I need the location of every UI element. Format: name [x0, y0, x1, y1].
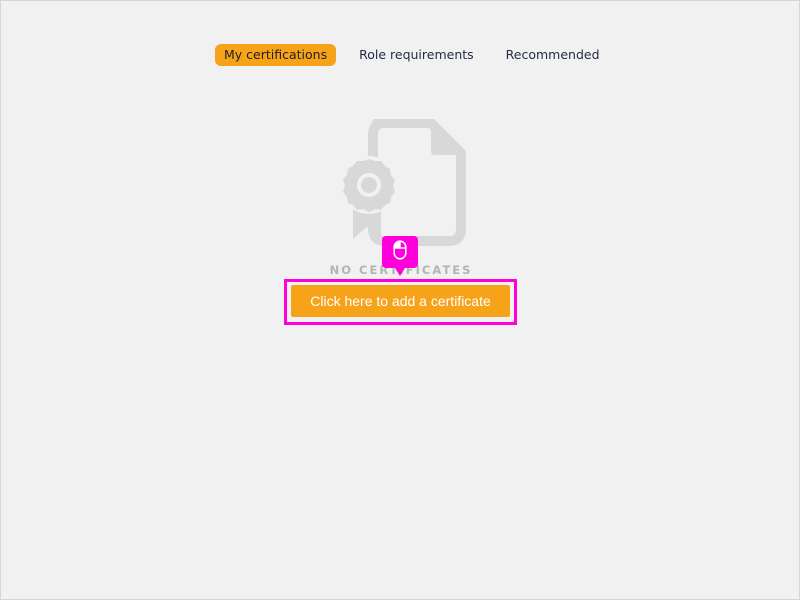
mouse-icon — [393, 240, 407, 264]
click-marker — [382, 236, 418, 276]
tab-recommended[interactable]: Recommended — [497, 44, 609, 66]
add-certificate-button[interactable]: Click here to add a certificate — [291, 285, 510, 317]
tab-role-requirements[interactable]: Role requirements — [350, 44, 483, 66]
app-frame: My certifications Role requirements Reco… — [0, 0, 800, 600]
certificate-document-icon — [337, 118, 467, 249]
tab-my-certifications[interactable]: My certifications — [215, 44, 337, 66]
certification-tabs: My certifications Role requirements Reco… — [215, 44, 609, 66]
